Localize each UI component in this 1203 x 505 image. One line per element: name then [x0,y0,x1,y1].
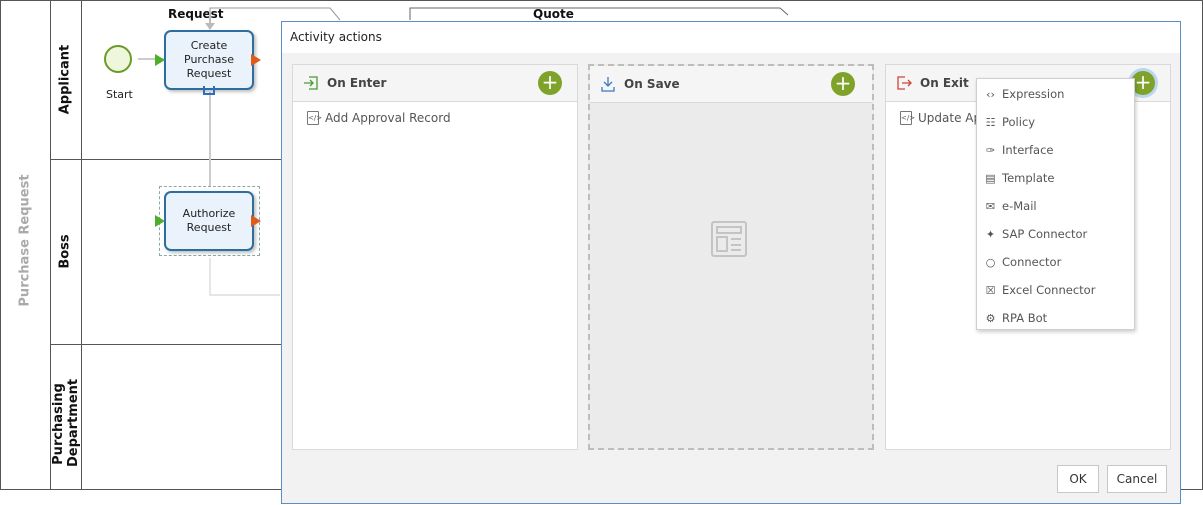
menu-item-label: SAP Connector [1002,227,1088,241]
menu-item-interface[interactable]: ✑ Interface [984,140,1054,160]
save-icon [601,77,615,92]
panel-title: On Exit [920,76,969,90]
menu-item-template[interactable]: ▤ Template [984,168,1054,188]
lane-divider [50,344,290,345]
menu-item-connector[interactable]: ○ Connector [984,252,1062,272]
action-item-label: Add Approval Record [325,111,451,125]
excel-icon: ☒ [985,283,996,297]
subprocess-marker-icon [203,86,215,95]
dialog-title: Activity actions [290,30,382,44]
add-action-menu: ‹› Expression ☷ Policy ✑ Interface ▤ Tem… [976,78,1135,330]
exit-arrow-icon [251,215,261,227]
task-authorize-request[interactable]: Authorize Request [164,191,254,251]
pool-title: Purchase Request [0,0,51,490]
entry-arrow-icon [155,215,165,227]
panel-title: On Save [624,77,680,91]
panel-title: On Enter [327,76,387,90]
panel-on-enter: On Enter + </> Add Approval Record [292,64,578,450]
menu-item-label: Excel Connector [1002,283,1096,297]
start-label: Start [106,88,133,101]
pool-name: Purchase Request [17,174,33,307]
menu-item-label: e-Mail [1002,199,1037,213]
expression-icon: ‹› [986,87,995,101]
menu-item-sap-connector[interactable]: ✦ SAP Connector [984,224,1087,244]
menu-item-label: Policy [1002,115,1036,129]
template-icon: ▤ [985,171,996,185]
ok-button[interactable]: OK [1057,465,1099,493]
exit-arrow-icon [251,54,261,66]
lane-boss[interactable]: Boss [58,222,73,282]
task-create-purchase-request[interactable]: Create Purchase Request [164,30,254,90]
panel-on-save: On Save + [588,64,874,450]
rpa-bot-icon: ⚙ [985,311,996,325]
menu-item-excel-connector[interactable]: ☒ Excel Connector [984,280,1096,300]
menu-item-label: Expression [1002,87,1065,101]
add-action-button[interactable]: + [538,71,562,95]
menu-item-label: Template [1002,171,1055,185]
panel-header: On Save + [590,66,872,103]
enter-icon [304,76,318,90]
menu-item-label: Connector [1002,255,1062,269]
entry-arrow-icon [155,54,165,66]
exit-icon [897,76,912,90]
start-event[interactable] [104,45,132,73]
menu-item-label: RPA Bot [1002,311,1048,325]
dialog-header: Activity actions [282,22,1180,53]
menu-item-rpa-bot[interactable]: ⚙ RPA Bot [984,308,1048,328]
menu-item-policy[interactable]: ☷ Policy [984,112,1036,132]
sap-connector-icon: ✦ [985,227,996,241]
cancel-button[interactable]: Cancel [1107,465,1167,493]
interface-icon: ✑ [985,143,996,157]
menu-item-email[interactable]: ✉ e-Mail [984,196,1037,216]
email-icon: ✉ [985,199,996,213]
expression-icon: </> [900,111,915,125]
policy-icon: ☷ [985,115,996,129]
add-action-button[interactable]: + [831,72,855,96]
lane-applicant[interactable]: Applicant [58,40,73,120]
empty-placeholder-icon [711,221,747,257]
menu-item-expression[interactable]: ‹› Expression [984,84,1064,104]
connector-icon: ○ [985,255,996,269]
menu-item-label: Interface [1002,143,1054,157]
expression-icon: </> [307,111,322,125]
lane-purchasing-department[interactable]: Purchasing Department [51,379,81,467]
panel-header: On Enter + [293,65,577,102]
action-item[interactable]: </> Add Approval Record [307,111,451,125]
